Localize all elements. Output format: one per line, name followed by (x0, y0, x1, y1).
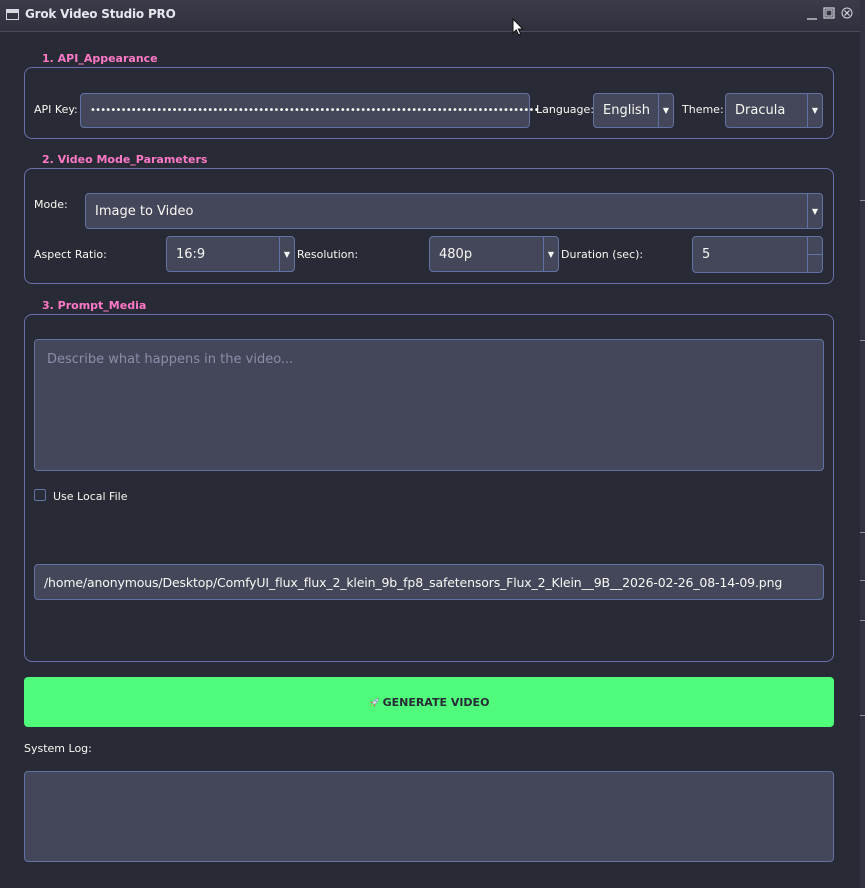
minimize-icon[interactable] (806, 9, 818, 21)
duration-label: Duration (sec): (561, 248, 644, 261)
resolution-label: Resolution: (297, 248, 359, 261)
theme-select-value: Dracula (735, 103, 786, 118)
spin-down-button[interactable] (807, 255, 822, 272)
chevron-down-icon[interactable]: ▼ (279, 237, 294, 271)
use-local-file-checkbox[interactable] (34, 489, 46, 501)
title-bar[interactable]: Grok Video Studio PRO (0, 0, 860, 32)
mouse-cursor-icon (512, 18, 524, 36)
app-window-icon (6, 9, 19, 20)
desktop-fragment (860, 620, 865, 621)
theme-label: Theme: (682, 103, 724, 116)
chevron-down-icon[interactable]: ▼ (807, 194, 822, 228)
mode-select[interactable]: Image to Video ▼ (85, 193, 823, 229)
desktop-fragment (860, 580, 865, 581)
desktop-fragment (860, 715, 865, 716)
app-window: Grok Video Studio PRO 1. API_Appearance … (0, 0, 860, 888)
rocket-icon (369, 697, 379, 707)
duration-spinbox[interactable]: 5 (692, 236, 823, 273)
language-select-value: English (603, 103, 650, 118)
use-local-file-label[interactable]: Use Local File (53, 490, 127, 503)
api-key-label: API Key: (34, 103, 78, 116)
window-title: Grok Video Studio PRO (25, 7, 176, 21)
file-path-input[interactable]: /home/anonymous/Desktop/ComfyUI_flux_flu… (34, 564, 824, 600)
api-key-input[interactable]: ••••••••••••••••••••••••••••••••••••••••… (80, 93, 539, 128)
generate-video-label: GENERATE VIDEO (382, 695, 490, 709)
language-label: Language: (536, 103, 594, 116)
api-appearance-group-title: 1. API_Appearance (40, 52, 160, 65)
system-log-textarea[interactable] (24, 771, 834, 862)
aspect-ratio-select[interactable]: 16:9 ▼ (166, 236, 295, 272)
desktop-background (860, 0, 865, 888)
resolution-select[interactable]: 480p ▼ (429, 236, 559, 272)
generate-video-button[interactable]: GENERATE VIDEO (24, 677, 834, 727)
mode-label: Mode: (34, 198, 68, 211)
mode-select-value: Image to Video (95, 203, 194, 219)
close-icon[interactable] (841, 7, 853, 19)
language-select[interactable]: English ▼ (593, 93, 674, 128)
resolution-select-value: 480p (439, 246, 473, 262)
video-parameters-group-title: 2. Video Mode_Parameters (40, 153, 210, 166)
aspect-ratio-label: Aspect Ratio: (34, 248, 107, 261)
prompt-media-group-title: 3. Prompt_Media (40, 299, 149, 312)
duration-spinbox-value: 5 (702, 247, 711, 262)
prompt-placeholder: Describe what happens in the video... (47, 352, 294, 367)
prompt-textarea[interactable]: Describe what happens in the video... (34, 339, 824, 471)
desktop-fragment (860, 200, 865, 201)
aspect-ratio-select-value: 16:9 (176, 246, 206, 262)
system-log-label: System Log: (24, 742, 92, 755)
spin-up-button[interactable] (807, 237, 822, 255)
desktop-fragment (860, 532, 865, 533)
chevron-down-icon[interactable]: ▼ (658, 94, 673, 127)
desktop-fragment (860, 340, 865, 341)
chevron-down-icon[interactable]: ▼ (543, 237, 558, 271)
chevron-down-icon[interactable]: ▼ (807, 94, 822, 127)
theme-select[interactable]: Dracula ▼ (725, 93, 823, 128)
maximize-icon[interactable] (823, 7, 835, 19)
